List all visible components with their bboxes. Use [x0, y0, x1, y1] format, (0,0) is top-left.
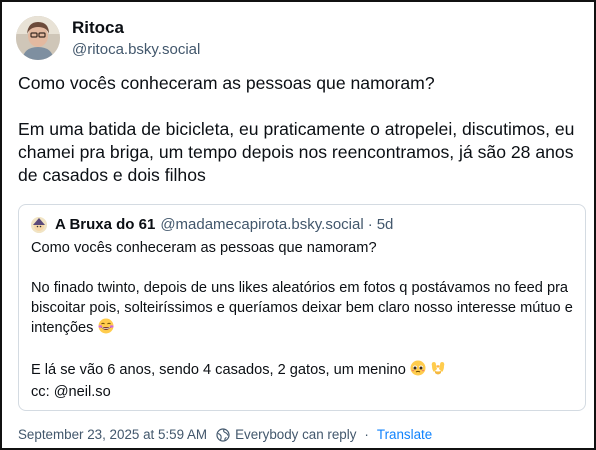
quoted-author-avatar[interactable] — [31, 217, 47, 233]
separator-dot: · — [364, 427, 369, 442]
post-timestamp[interactable]: September 23, 2025 at 5:59 AM — [18, 426, 207, 444]
quoted-post-time[interactable]: 5d — [377, 215, 394, 235]
author-avatar[interactable] — [16, 16, 60, 60]
quoted-text-line1: Como vocês conheceram as pessoas que nam… — [31, 240, 377, 256]
post-text: Como vocês conheceram as pessoas que nam… — [18, 73, 575, 185]
quoted-post-text: Como vocês conheceram as pessoas que nam… — [31, 238, 573, 402]
quoted-post-header: A Bruxa do 61 @madamecapirota.bsky.socia… — [31, 215, 573, 235]
post-card: Ritoca @ritoca.bsky.social Como vocês co… — [0, 0, 596, 450]
avatar-photo-icon — [16, 16, 60, 60]
laughing-with-tears-emoji-icon — [98, 318, 114, 340]
separator-dot: · — [367, 216, 373, 233]
quoted-text-para3: E lá se vão 6 anos, sendo 4 casados, 2 g… — [31, 362, 406, 378]
quoted-post[interactable]: A Bruxa do 61 @madamecapirota.bsky.socia… — [18, 204, 586, 411]
post-header: Ritoca @ritoca.bsky.social — [16, 16, 200, 60]
globe-icon — [216, 428, 230, 442]
post-footer: September 23, 2025 at 5:59 AM Everybody … — [18, 426, 432, 444]
author-handle[interactable]: @ritoca.bsky.social — [72, 40, 200, 60]
translate-link[interactable]: Translate — [377, 426, 432, 444]
quoted-author-name[interactable]: A Bruxa do 61 — [55, 215, 155, 235]
quoted-text-para4: cc: @neil.so — [31, 384, 111, 400]
pleading-face-emoji-icon — [410, 360, 426, 382]
author-names: Ritoca @ritoca.bsky.social — [72, 17, 200, 60]
avatar-photo-icon — [31, 217, 47, 233]
heart-hands-emoji-icon — [430, 360, 446, 382]
reply-setting[interactable]: Everybody can reply — [235, 426, 356, 444]
quoted-author-handle[interactable]: @madamecapirota.bsky.social — [160, 215, 363, 235]
author-display-name[interactable]: Ritoca — [72, 17, 200, 39]
